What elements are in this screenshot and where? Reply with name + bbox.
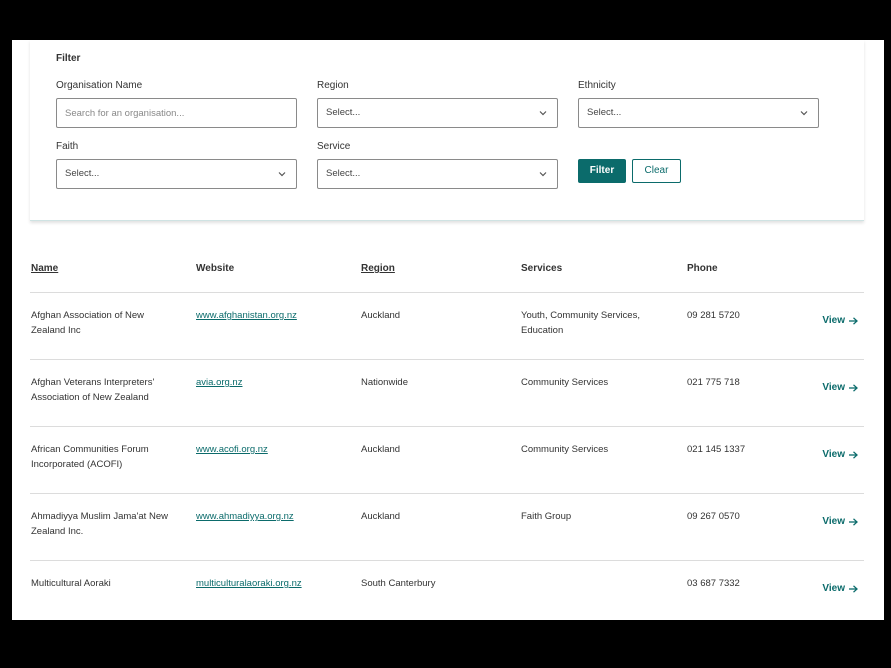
faith-select[interactable]: Select... xyxy=(56,159,297,189)
row-phone: 03 687 7332 xyxy=(687,578,740,589)
org-name-input[interactable] xyxy=(56,98,297,128)
row-phone: 09 267 0570 xyxy=(687,511,740,522)
chevron-down-icon xyxy=(278,172,286,177)
faith-field: Faith Select... xyxy=(56,141,297,189)
service-field: Service Select... xyxy=(317,141,558,189)
chevron-down-icon xyxy=(539,172,547,177)
row-website-link[interactable]: www.acofi.org.nz xyxy=(196,444,268,455)
arrow-right-icon xyxy=(849,383,858,392)
table-row: Afghan Veterans Interpreters' Associatio… xyxy=(30,360,864,427)
table-row: African Communities Forum Incorporated (… xyxy=(30,427,864,494)
row-name: Afghan Association of New Zealand Inc xyxy=(31,310,145,336)
row-phone: 09 281 5720 xyxy=(687,310,740,321)
row-services: Community Services xyxy=(521,444,609,455)
row-website-link[interactable]: multiculturalaoraki.org.nz xyxy=(196,578,302,589)
table-header: Name Website Region Services Phone xyxy=(30,254,864,293)
ethnicity-select-value: Select... xyxy=(587,107,622,118)
service-select-value: Select... xyxy=(326,168,361,179)
row-services: Youth, Community Services, Education xyxy=(521,310,640,336)
row-phone: 021 145 1337 xyxy=(687,444,746,455)
table-row: Afghan Association of New Zealand Inc ww… xyxy=(30,293,864,360)
row-services: Faith Group xyxy=(521,511,572,522)
ethnicity-label: Ethnicity xyxy=(578,80,616,91)
row-services: Community Services xyxy=(521,377,609,388)
arrow-right-icon xyxy=(849,450,858,459)
view-label: View xyxy=(822,315,845,326)
region-label: Region xyxy=(317,80,349,91)
faith-select-value: Select... xyxy=(65,168,100,179)
page: Filter Organisation Name Region Select..… xyxy=(12,40,884,620)
service-select[interactable]: Select... xyxy=(317,159,558,189)
row-region: Auckland xyxy=(361,511,401,522)
org-name-field: Organisation Name xyxy=(56,80,297,128)
row-region: Auckland xyxy=(361,310,401,321)
arrow-right-icon xyxy=(849,316,858,325)
view-label: View xyxy=(822,583,845,594)
view-link[interactable]: View xyxy=(822,382,858,393)
header-website: Website xyxy=(196,263,235,274)
table-row: Ahmadiyya Muslim Jama'at New Zealand Inc… xyxy=(30,494,864,561)
service-label: Service xyxy=(317,141,351,152)
view-label: View xyxy=(822,449,845,460)
chevron-down-icon xyxy=(800,111,808,116)
row-name: Afghan Veterans Interpreters' Associatio… xyxy=(31,377,155,403)
view-link[interactable]: View xyxy=(822,315,858,326)
row-name: Ahmadiyya Muslim Jama'at New Zealand Inc… xyxy=(31,511,168,537)
filter-panel: Filter Organisation Name Region Select..… xyxy=(30,40,864,221)
view-label: View xyxy=(822,516,845,527)
row-website-link[interactable]: www.afghanistan.org.nz xyxy=(196,310,297,321)
view-link[interactable]: View xyxy=(822,449,858,460)
row-region: Auckland xyxy=(361,444,401,455)
row-website-link[interactable]: www.ahmadiyya.org.nz xyxy=(196,511,294,522)
arrow-right-icon xyxy=(849,517,858,526)
row-name: African Communities Forum Incorporated (… xyxy=(31,444,149,470)
table-row: Multicultural Aoraki multiculturalaoraki… xyxy=(30,561,864,620)
region-select-value: Select... xyxy=(326,107,361,118)
view-link[interactable]: View xyxy=(822,583,858,594)
header-region[interactable]: Region xyxy=(361,263,501,274)
ethnicity-field: Ethnicity Select... xyxy=(578,80,819,128)
row-region: South Canterbury xyxy=(361,578,436,589)
org-name-label: Organisation Name xyxy=(56,80,143,91)
chevron-down-icon xyxy=(539,111,547,116)
row-region: Nationwide xyxy=(361,377,408,388)
header-name[interactable]: Name xyxy=(31,263,171,274)
arrow-right-icon xyxy=(849,584,858,593)
organisations-table: Name Website Region Services Phone Afgha… xyxy=(30,254,864,620)
view-label: View xyxy=(822,382,845,393)
ethnicity-select[interactable]: Select... xyxy=(578,98,819,128)
filter-title: Filter xyxy=(56,53,81,64)
faith-label: Faith xyxy=(56,141,79,152)
clear-button[interactable]: Clear xyxy=(632,159,681,183)
region-select[interactable]: Select... xyxy=(317,98,558,128)
region-field: Region Select... xyxy=(317,80,558,128)
view-link[interactable]: View xyxy=(822,516,858,527)
header-services: Services xyxy=(521,263,563,274)
header-phone: Phone xyxy=(687,263,718,274)
row-name: Multicultural Aoraki xyxy=(31,578,111,589)
filter-button[interactable]: Filter xyxy=(578,159,626,183)
row-phone: 021 775 718 xyxy=(687,377,740,388)
row-website-link[interactable]: avia.org.nz xyxy=(196,377,242,388)
